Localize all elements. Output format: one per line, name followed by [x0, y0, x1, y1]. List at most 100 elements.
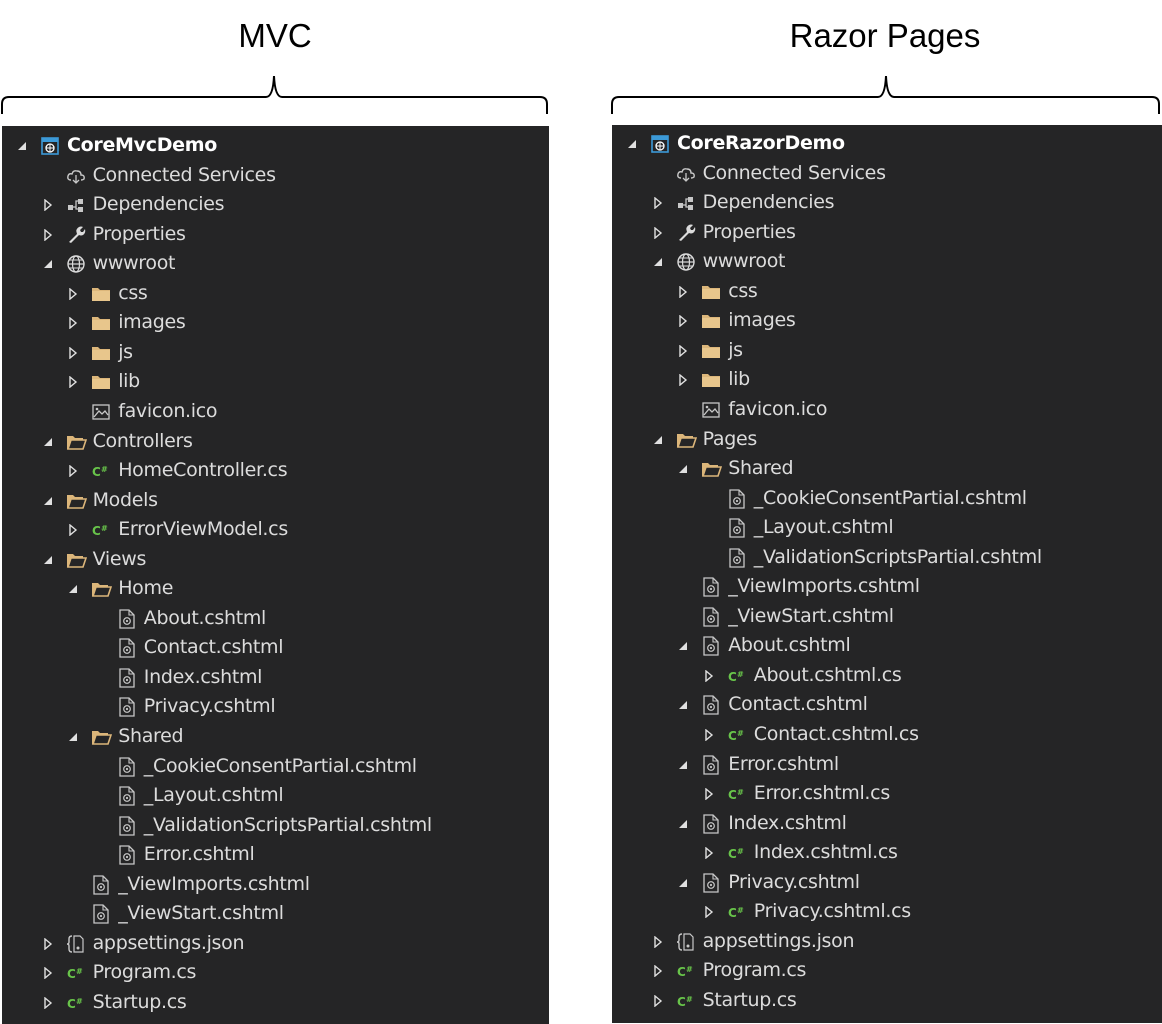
tree-item-images[interactable]: images: [2, 308, 549, 337]
tree-item-corerazordemo[interactable]: CoreRazorDemo: [612, 129, 1162, 158]
expanded-arrow-icon[interactable]: [41, 486, 55, 515]
collapsed-arrow-icon[interactable]: [676, 336, 690, 365]
collapsed-arrow-icon[interactable]: [676, 277, 690, 306]
tree-item-home[interactable]: Home: [2, 574, 549, 603]
tree-item-coremvcdemo[interactable]: CoreMvcDemo: [2, 131, 549, 160]
expanded-arrow-icon[interactable]: [676, 750, 690, 779]
tree-item-about-cshtml[interactable]: About.cshtml: [2, 604, 549, 633]
tree-item-index-cshtml-cs[interactable]: C # Index.cshtml.cs: [612, 838, 1162, 867]
tree-item-properties[interactable]: Properties: [612, 218, 1162, 247]
tree-item-models[interactable]: Models: [2, 486, 549, 515]
tree-item-viewimports-cshtml[interactable]: _ViewImports.cshtml: [2, 870, 549, 899]
tree-item-appsettings-json[interactable]: appsettings.json: [2, 929, 549, 958]
tree-item-cookieconsentpartial-cshtml[interactable]: _CookieConsentPartial.cshtml: [2, 752, 549, 781]
expanded-arrow-icon[interactable]: [676, 631, 690, 660]
tree-item-viewstart-cshtml[interactable]: _ViewStart.cshtml: [2, 899, 549, 928]
tree-item-privacy-cshtml[interactable]: Privacy.cshtml: [612, 868, 1162, 897]
collapsed-arrow-icon[interactable]: [66, 456, 80, 485]
collapsed-arrow-icon[interactable]: [702, 779, 716, 808]
collapsed-arrow-icon[interactable]: [651, 927, 665, 956]
collapsed-arrow-icon[interactable]: [702, 897, 716, 926]
tree-item-contact-cshtml-cs[interactable]: C # Contact.cshtml.cs: [612, 720, 1162, 749]
tree-item-index-cshtml[interactable]: Index.cshtml: [2, 663, 549, 692]
collapsed-arrow-icon[interactable]: [41, 190, 55, 219]
tree-item-validationscriptspartial-cshtml[interactable]: _ValidationScriptsPartial.cshtml: [2, 811, 549, 840]
tree-item-index-cshtml[interactable]: Index.cshtml: [612, 809, 1162, 838]
tree-item-error-cshtml[interactable]: Error.cshtml: [2, 840, 549, 869]
tree-item-lib[interactable]: lib: [2, 367, 549, 396]
tree-item-viewimports-cshtml[interactable]: _ViewImports.cshtml: [612, 572, 1162, 601]
tree-item-layout-cshtml[interactable]: _Layout.cshtml: [612, 513, 1162, 542]
tree-item-pages[interactable]: Pages: [612, 425, 1162, 454]
collapsed-arrow-icon[interactable]: [651, 986, 665, 1015]
collapsed-arrow-icon[interactable]: [702, 838, 716, 867]
tree-item-startup-cs[interactable]: C # Startup.cs: [2, 988, 549, 1017]
tree-item-images[interactable]: images: [612, 306, 1162, 335]
tree-item-controllers[interactable]: Controllers: [2, 427, 549, 456]
expanded-arrow-icon[interactable]: [41, 249, 55, 278]
tree-item-startup-cs[interactable]: C # Startup.cs: [612, 986, 1162, 1015]
tree-item-css[interactable]: css: [612, 277, 1162, 306]
collapsed-arrow-icon[interactable]: [66, 515, 80, 544]
tree-item-shared[interactable]: Shared: [612, 454, 1162, 483]
tree-item-shared[interactable]: Shared: [2, 722, 549, 751]
collapsed-arrow-icon[interactable]: [676, 365, 690, 394]
tree-item-appsettings-json[interactable]: appsettings.json: [612, 927, 1162, 956]
tree-item-js[interactable]: js: [2, 338, 549, 367]
tree-item-error-cshtml[interactable]: Error.cshtml: [612, 750, 1162, 779]
tree-item-contact-cshtml[interactable]: Contact.cshtml: [2, 633, 549, 662]
expanded-arrow-icon[interactable]: [676, 868, 690, 897]
expanded-arrow-icon[interactable]: [651, 425, 665, 454]
tree-item-favicon-ico[interactable]: favicon.ico: [2, 397, 549, 426]
tree-item-error-cshtml-cs[interactable]: C # Error.cshtml.cs: [612, 779, 1162, 808]
collapsed-arrow-icon[interactable]: [66, 338, 80, 367]
expanded-arrow-icon[interactable]: [651, 247, 665, 276]
collapsed-arrow-icon[interactable]: [651, 188, 665, 217]
collapsed-arrow-icon[interactable]: [66, 308, 80, 337]
tree-item-privacy-cshtml-cs[interactable]: C # Privacy.cshtml.cs: [612, 897, 1162, 926]
expanded-arrow-icon[interactable]: [625, 129, 639, 158]
expanded-arrow-icon[interactable]: [66, 722, 80, 751]
collapsed-arrow-icon[interactable]: [66, 279, 80, 308]
tree-item-privacy-cshtml[interactable]: Privacy.cshtml: [2, 692, 549, 721]
tree-item-validationscriptspartial-cshtml[interactable]: _ValidationScriptsPartial.cshtml: [612, 543, 1162, 572]
tree-item-dependencies[interactable]: Dependencies: [612, 188, 1162, 217]
collapsed-arrow-icon[interactable]: [651, 956, 665, 985]
expanded-arrow-icon[interactable]: [15, 131, 29, 160]
tree-item-cookieconsentpartial-cshtml[interactable]: _CookieConsentPartial.cshtml: [612, 484, 1162, 513]
collapsed-arrow-icon[interactable]: [676, 306, 690, 335]
expanded-arrow-icon[interactable]: [676, 690, 690, 719]
tree-item-viewstart-cshtml[interactable]: _ViewStart.cshtml: [612, 602, 1162, 631]
expanded-arrow-icon[interactable]: [41, 545, 55, 574]
collapsed-arrow-icon[interactable]: [702, 720, 716, 749]
tree-item-dependencies[interactable]: Dependencies: [2, 190, 549, 219]
collapsed-arrow-icon[interactable]: [41, 958, 55, 987]
collapsed-arrow-icon[interactable]: [702, 661, 716, 690]
tree-item-wwwroot[interactable]: wwwroot: [612, 247, 1162, 276]
collapsed-arrow-icon[interactable]: [41, 220, 55, 249]
collapsed-arrow-icon[interactable]: [66, 367, 80, 396]
tree-item-program-cs[interactable]: C # Program.cs: [2, 958, 549, 987]
expanded-arrow-icon[interactable]: [676, 454, 690, 483]
tree-item-lib[interactable]: lib: [612, 365, 1162, 394]
tree-item-connected-services[interactable]: Connected Services: [612, 159, 1162, 188]
tree-item-css[interactable]: css: [2, 279, 549, 308]
collapsed-arrow-icon[interactable]: [651, 218, 665, 247]
tree-item-errorviewmodel-cs[interactable]: C # ErrorViewModel.cs: [2, 515, 549, 544]
tree-item-contact-cshtml[interactable]: Contact.cshtml: [612, 690, 1162, 719]
tree-item-properties[interactable]: Properties: [2, 220, 549, 249]
tree-item-views[interactable]: Views: [2, 545, 549, 574]
tree-item-connected-services[interactable]: Connected Services: [2, 161, 549, 190]
tree-item-about-cshtml[interactable]: About.cshtml: [612, 631, 1162, 660]
tree-item-js[interactable]: js: [612, 336, 1162, 365]
tree-item-favicon-ico[interactable]: favicon.ico: [612, 395, 1162, 424]
expanded-arrow-icon[interactable]: [41, 427, 55, 456]
tree-item-layout-cshtml[interactable]: _Layout.cshtml: [2, 781, 549, 810]
tree-item-homecontroller-cs[interactable]: C # HomeController.cs: [2, 456, 549, 485]
collapsed-arrow-icon[interactable]: [41, 988, 55, 1017]
expanded-arrow-icon[interactable]: [676, 809, 690, 838]
expanded-arrow-icon[interactable]: [66, 574, 80, 603]
tree-item-wwwroot[interactable]: wwwroot: [2, 249, 549, 278]
tree-item-about-cshtml-cs[interactable]: C # About.cshtml.cs: [612, 661, 1162, 690]
collapsed-arrow-icon[interactable]: [41, 929, 55, 958]
